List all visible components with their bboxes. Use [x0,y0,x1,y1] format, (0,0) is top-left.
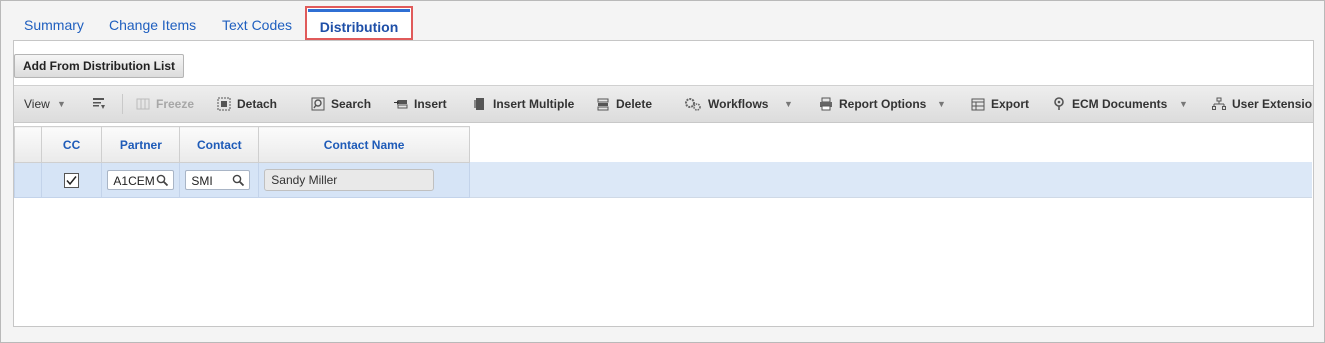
insert-multiple-label: Insert Multiple [493,97,575,111]
row-selector-header [14,126,42,163]
insert-multiple-icon [473,97,487,111]
tab-text-codes[interactable]: Text Codes [222,17,292,33]
tab-distribution-label: Distribution [308,9,410,38]
ecm-documents-label: ECM Documents [1072,97,1168,111]
export-label: Export [991,97,1030,111]
gears-icon [684,97,702,111]
workflows-label: Workflows [708,97,769,111]
distribution-grid: CC Partner Contact Contact Name A1CEM SM… [14,126,470,198]
column-settings-icon [92,97,106,111]
freeze-icon [136,97,150,111]
cc-cell [40,162,103,198]
column-settings-button[interactable] [92,86,112,122]
toolbar-divider [122,94,123,114]
delete-label: Delete [616,97,653,111]
export-button[interactable]: Export [971,86,1029,122]
report-options-label: Report Options [839,97,927,111]
export-icon [971,97,985,111]
workflows-chevron-down-icon[interactable]: ▼ [784,86,793,122]
view-label: View [24,97,50,111]
add-from-distribution-list-button[interactable]: Add From Distribution List [14,54,184,78]
search-icon [311,97,325,111]
tab-distribution[interactable]: Distribution [305,6,413,40]
contact-lookup-field[interactable]: SMI [185,170,251,190]
detach-label: Detach [237,97,278,111]
delete-button[interactable]: Delete [596,86,652,122]
view-menu[interactable]: View [24,86,50,122]
insert-label: Insert [414,97,447,111]
search-label: Search [331,97,372,111]
cc-checkbox[interactable] [64,172,80,188]
report-options-chevron-down-icon[interactable]: ▼ [937,86,946,122]
column-header-cc[interactable]: CC [40,126,103,163]
hierarchy-icon [1212,97,1226,111]
column-header-partner[interactable]: Partner [101,126,181,163]
tab-bar: Summary Change Items Text Codes Distribu… [0,0,1323,42]
insert-row-icon [394,97,408,111]
freeze-button[interactable]: Freeze [136,86,194,122]
tab-change-items[interactable]: Change Items [109,17,196,33]
contact-name-cell: Sandy Miller [258,162,470,198]
selected-row-extension [470,162,1312,198]
workflows-button[interactable]: Workflows [684,86,768,122]
partner-lookup-field[interactable]: A1CEM [107,170,175,190]
grid-toolbar: View ▼ Freeze Detach Search Insert Inser… [14,85,1313,123]
search-icon[interactable] [232,174,245,187]
user-extensions-label: User Extensio [1232,97,1313,111]
row-selector-cell[interactable] [14,162,42,198]
freeze-label: Freeze [156,97,195,111]
detach-icon [217,97,231,111]
contact-value: SMI [191,174,213,188]
search-button[interactable]: Search [311,86,371,122]
report-options-button[interactable]: Report Options [819,86,926,122]
table-row[interactable]: A1CEM SMI Sandy Miller [14,162,470,198]
contact-cell: SMI [179,162,260,198]
ecm-documents-chevron-down-icon[interactable]: ▼ [1179,86,1188,122]
grid-header-row: CC Partner Contact Contact Name [14,126,470,163]
search-icon[interactable] [156,174,169,187]
checkmark-icon [66,175,77,185]
partner-cell: A1CEM [101,162,181,198]
partner-value: A1CEM [113,174,155,188]
detach-button[interactable]: Detach [217,86,277,122]
column-header-contact[interactable]: Contact [179,126,260,163]
insert-multiple-button[interactable]: Insert Multiple [473,86,574,122]
printer-icon [819,97,833,111]
insert-button[interactable]: Insert [394,86,447,122]
ecm-documents-button[interactable]: ECM Documents [1052,86,1167,122]
tab-summary[interactable]: Summary [24,17,84,33]
contact-name-field: Sandy Miller [264,169,435,191]
user-extensions-button[interactable]: User Extensio [1212,86,1312,122]
view-chevron-down-icon[interactable]: ▼ [57,86,66,122]
column-header-contact-name[interactable]: Contact Name [258,126,470,163]
delete-row-icon [596,97,610,111]
map-pin-icon [1052,97,1066,111]
